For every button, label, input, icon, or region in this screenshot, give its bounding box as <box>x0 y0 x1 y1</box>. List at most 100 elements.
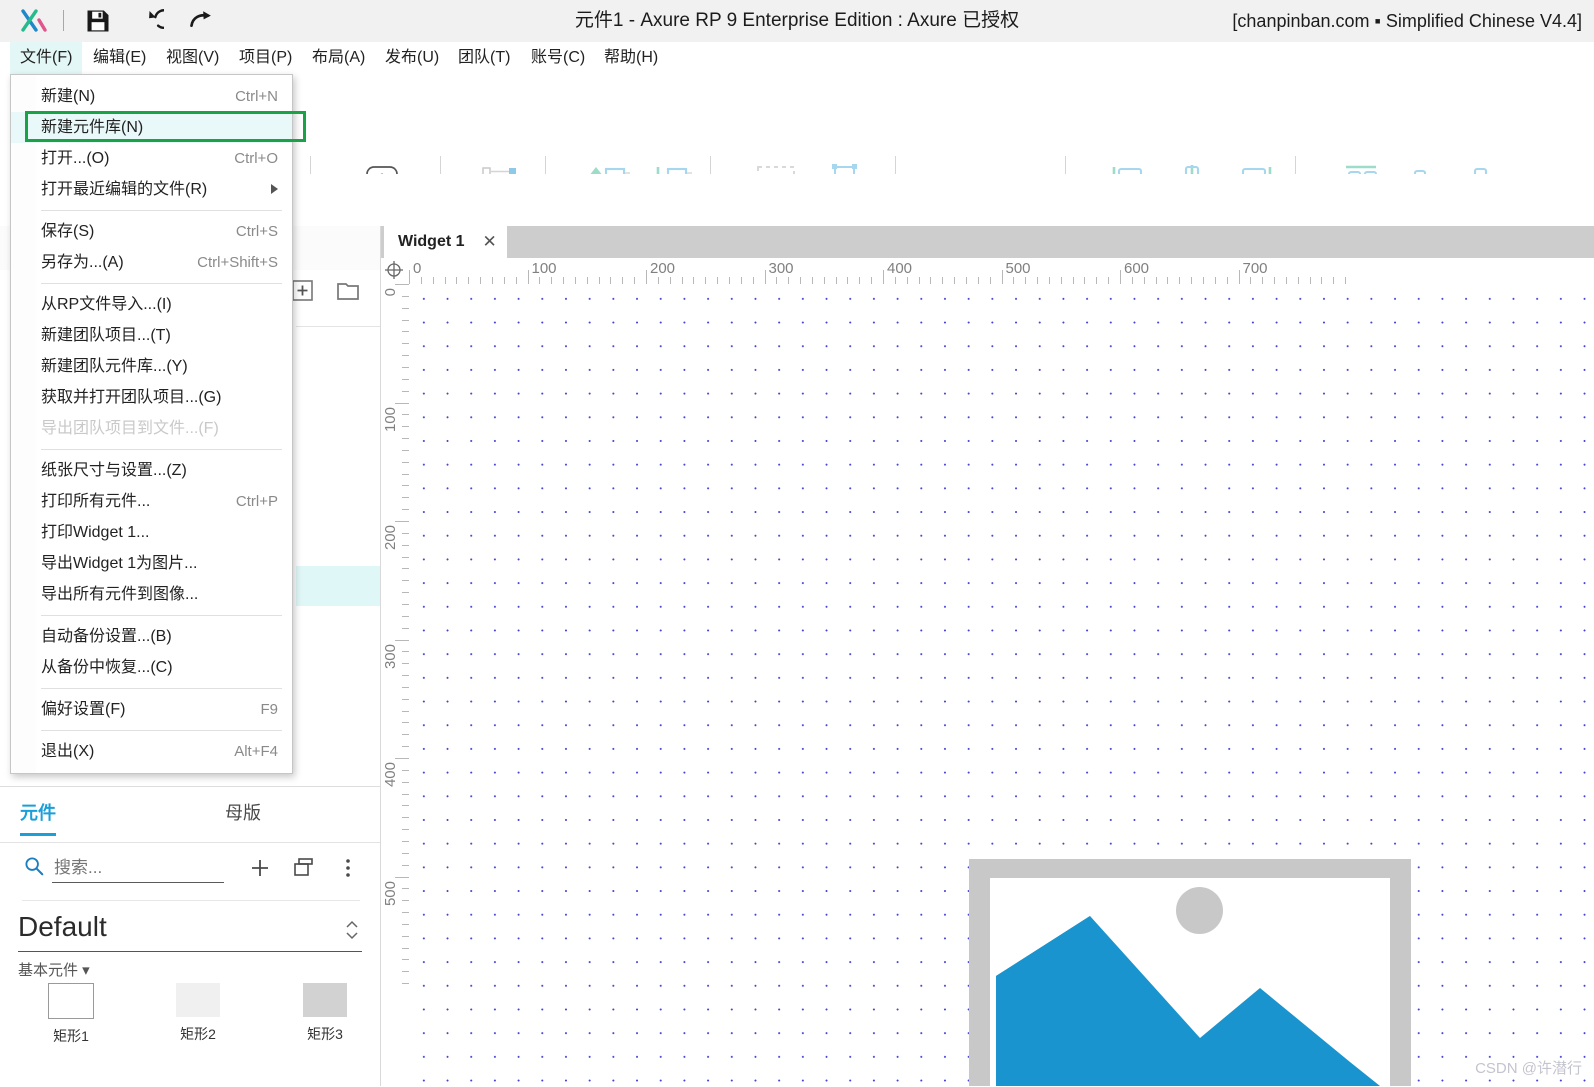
ruler-h-label: 100 <box>531 260 557 277</box>
close-icon[interactable]: ✕ <box>483 232 497 252</box>
menu-separator <box>41 615 282 616</box>
ruler-tick <box>402 461 409 463</box>
ruler-tick <box>444 277 446 284</box>
pages-divider <box>296 326 380 327</box>
add-page-icon[interactable] <box>290 278 316 304</box>
undo-icon[interactable] <box>136 7 174 35</box>
more-options-icon[interactable] <box>336 856 360 880</box>
ruler-tick <box>1238 270 1240 284</box>
document-tab-widget-1[interactable]: Widget 1 ✕ <box>384 226 507 258</box>
ruler-tick <box>965 277 967 284</box>
widget-item-1[interactable]: 矩形2 <box>143 983 253 1044</box>
image-placeholder-widget[interactable] <box>969 859 1411 1086</box>
ruler-origin[interactable] <box>381 258 410 285</box>
ruler-tick <box>402 959 409 961</box>
menu-item-8[interactable]: 帮助(H) <box>594 42 668 74</box>
menu-option-3-3[interactable]: 导出Widget 1为图片... <box>11 548 292 579</box>
menu-item-0[interactable]: 文件(F) <box>10 42 83 74</box>
ruler-tick <box>402 864 409 866</box>
menu-option-0-3[interactable]: 打开最近编辑的文件(R) <box>11 174 292 205</box>
menu-option-4-1[interactable]: 从备份中恢复...(C) <box>11 652 292 683</box>
tab-masters[interactable]: 母版 <box>225 799 261 825</box>
ruler-tick <box>693 277 695 284</box>
menu-bar: 文件(F) 编辑(E) 视图(V) 项目(P) 布局(A) 发布(U) 团队(T) 账号(C)… <box>0 42 1594 75</box>
ruler-tick <box>1013 277 1015 284</box>
ruler-tick <box>402 935 409 937</box>
menu-option-0-0[interactable]: 新建(N) Ctrl+N <box>11 81 292 112</box>
ruler-tick <box>942 277 944 284</box>
menu-option-2-1[interactable]: 新建团队项目...(T) <box>11 320 292 351</box>
ruler-tick <box>586 277 588 284</box>
widget-item-0[interactable]: 矩形1 <box>16 983 126 1046</box>
vertical-ruler: 0 100 200 300 400 500 <box>381 284 410 1086</box>
search-input[interactable] <box>52 854 224 883</box>
ruler-tick <box>527 270 529 284</box>
file-menu-dropdown[interactable]: 新建(N) Ctrl+N 新建元件库(N) 打开...(O) Ctrl+O 打开最近编辑的… <box>10 74 293 774</box>
menu-item-4[interactable]: 布局(A) <box>302 42 375 74</box>
menu-option-5-0[interactable]: 偏好设置(F) F9 <box>11 694 292 725</box>
menu-option-3-0[interactable]: 纸张尺寸与设置...(Z) <box>11 455 292 486</box>
widget-thumbnail <box>303 983 347 1017</box>
menu-option-1-1[interactable]: 另存为...(A) Ctrl+Shift+S <box>11 247 292 278</box>
menu-item-3[interactable]: 项目(P) <box>229 42 302 74</box>
ruler-v-label: 0 <box>382 288 399 297</box>
new-folder-icon[interactable] <box>335 278 361 304</box>
menu-option-6-0[interactable]: 退出(X) Alt+F4 <box>11 736 292 767</box>
widget-item-2[interactable]: 矩形3 <box>270 983 380 1044</box>
menu-option-3-4[interactable]: 导出所有元件到图像... <box>11 579 292 610</box>
menu-option-4-0[interactable]: 自动备份设置...(B) <box>11 621 292 652</box>
ruler-tick <box>432 277 434 284</box>
ruler-tick <box>1214 277 1216 284</box>
ruler-tick <box>402 983 409 985</box>
watermark: CSDN @许潜行 <box>1475 1060 1582 1077</box>
copy-library-icon[interactable] <box>292 856 316 880</box>
ruler-tick <box>906 277 908 284</box>
ruler-tick <box>811 277 813 284</box>
ruler-tick <box>1143 277 1145 284</box>
add-library-icon[interactable] <box>248 856 272 880</box>
ruler-tick <box>977 277 979 284</box>
ruler-tick <box>1155 277 1157 284</box>
library-divider <box>22 900 360 901</box>
menu-option-2-3[interactable]: 获取并打开团队项目...(G) <box>11 382 292 413</box>
ruler-tick <box>847 277 849 284</box>
save-icon[interactable] <box>84 7 112 35</box>
ruler-tick <box>402 544 409 546</box>
widget-library-panel: 元件 母版 搜索... Default 基本元件 ▾ 矩形1 矩形2 矩形3 <box>0 786 380 1087</box>
menu-option-1-0[interactable]: 保存(S) Ctrl+S <box>11 216 292 247</box>
design-canvas[interactable]: 按钮 CSDN @许潜行 <box>409 284 1594 1086</box>
menu-option-label: 新建(N) <box>41 88 96 105</box>
menu-item-7[interactable]: 账号(C) <box>521 42 595 74</box>
menu-option-0-1[interactable]: 新建元件库(N) <box>11 112 292 143</box>
widget-section-title[interactable]: 基本元件 ▾ <box>18 959 90 980</box>
ruler-tick <box>1321 277 1323 284</box>
menu-item-6[interactable]: 团队(T) <box>448 42 520 74</box>
menu-option-0-2[interactable]: 打开...(O) Ctrl+O <box>11 143 292 174</box>
ruler-tick <box>480 277 482 284</box>
library-tabs: 元件 母版 <box>0 787 380 843</box>
library-stepper-icon[interactable] <box>344 915 360 943</box>
horizontal-ruler: 0 100 200 300 400 500 600 700 <box>409 258 1594 285</box>
page-list-item-selected[interactable] <box>296 566 380 606</box>
ruler-tick <box>395 284 409 285</box>
menu-item-2[interactable]: 视图(V) <box>156 42 229 74</box>
ruler-h-label: 300 <box>768 260 794 277</box>
menu-option-2-2[interactable]: 新建团队元件库...(Y) <box>11 351 292 382</box>
tab-active-indicator <box>20 833 56 836</box>
menu-option-label: 保存(S) <box>41 223 95 240</box>
redo-icon[interactable] <box>188 7 216 35</box>
ruler-tick <box>894 277 896 284</box>
menu-option-3-2[interactable]: 打印Widget 1... <box>11 517 292 548</box>
document-tab-label: Widget 1 <box>398 233 465 250</box>
tab-widgets[interactable]: 元件 <box>20 799 56 825</box>
ruler-tick <box>717 277 719 284</box>
menu-option-3-1[interactable]: 打印所有元件... Ctrl+P <box>11 486 292 517</box>
menu-item-1[interactable]: 编辑(E) <box>83 42 156 74</box>
license-note: [chanpinban.com ▪ Simplified Chinese V4.… <box>1232 11 1582 31</box>
menu-option-2-0[interactable]: 从RP文件导入...(I) <box>11 289 292 320</box>
ruler-tick <box>930 277 932 284</box>
ruler-tick <box>402 485 409 487</box>
menu-item-5[interactable]: 发布(U) <box>375 42 449 74</box>
search-icon <box>23 855 45 877</box>
library-selector[interactable]: Default <box>18 907 362 952</box>
